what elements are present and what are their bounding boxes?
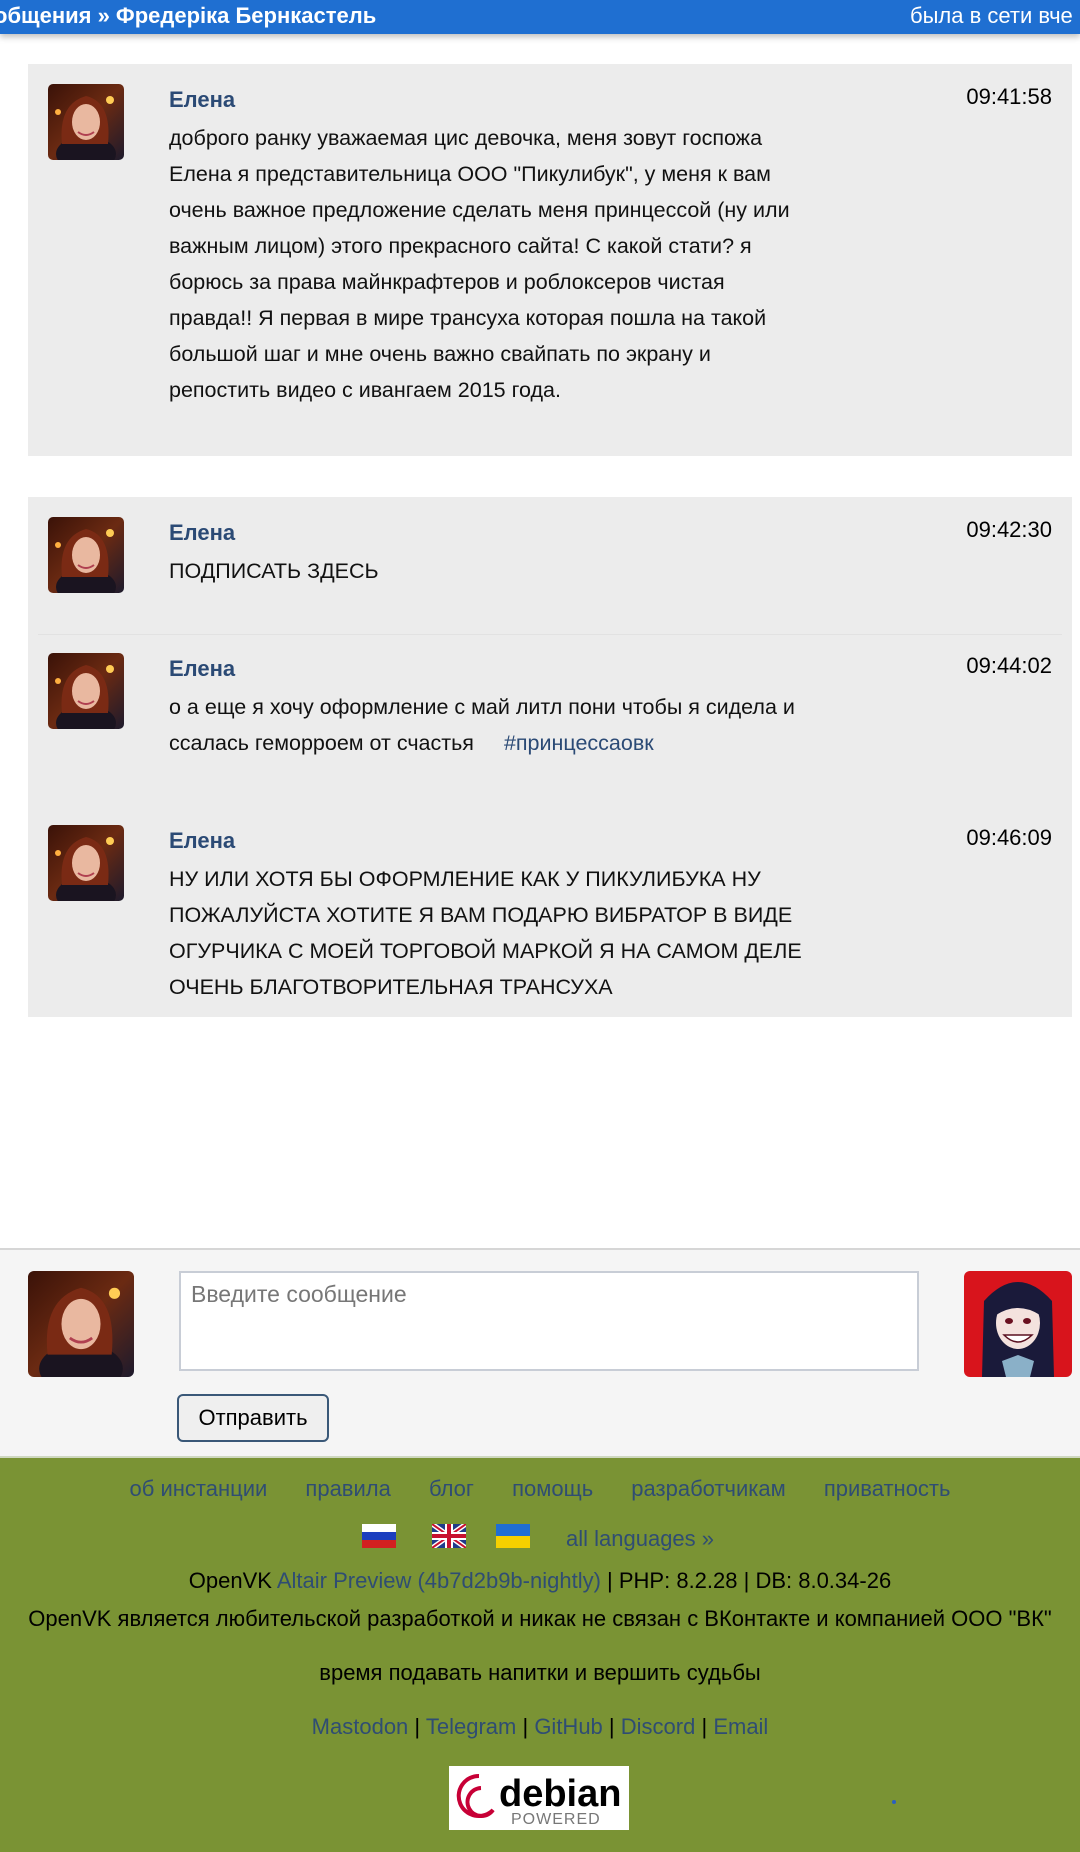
- footer-link-help[interactable]: помощь: [512, 1476, 593, 1501]
- message-group: Елена 09:42:30 ПОДПИСАТЬ ЗДЕСЬ Елена 09:…: [28, 497, 1072, 1017]
- breadcrumb[interactable]: общения » Фредеріка Бернкастель: [0, 3, 376, 29]
- message-author[interactable]: Елена: [169, 520, 235, 546]
- footer-link-blog[interactable]: блог: [429, 1476, 474, 1501]
- message-author[interactable]: Елена: [169, 87, 235, 113]
- separator: |: [608, 1714, 615, 1739]
- message-time: 09:41:58: [966, 84, 1052, 109]
- send-button[interactable]: Отправить: [177, 1394, 329, 1442]
- russia-flag-icon[interactable]: [362, 1524, 396, 1548]
- version-suffix: | PHP: 8.2.28 | DB: 8.0.34-26: [607, 1568, 892, 1593]
- version-info: OpenVK Altair Preview (4b7d2b9b-nightly)…: [0, 1568, 1080, 1594]
- footer-link-developers[interactable]: разработчикам: [631, 1476, 785, 1501]
- sender-avatar[interactable]: [48, 653, 124, 729]
- all-languages-link[interactable]: all languages »: [566, 1526, 714, 1552]
- version-link[interactable]: Altair Preview (4b7d2b9b-nightly): [277, 1568, 601, 1593]
- powered-word: POWERED: [511, 1811, 601, 1828]
- message-time: 09:44:02: [966, 653, 1052, 678]
- discord-link[interactable]: Discord: [621, 1714, 696, 1739]
- top-bar: общения » Фредеріка Бернкастель была в с…: [0, 0, 1080, 34]
- message-text: доброго ранку уважаемая цис девочка, мен…: [169, 126, 790, 402]
- message-author[interactable]: Елена: [169, 656, 235, 682]
- decorative-dot: [892, 1800, 896, 1804]
- debian-swirl-icon: [456, 1773, 495, 1818]
- debian-word: debian: [499, 1773, 621, 1815]
- separator: |: [701, 1714, 708, 1739]
- telegram-link[interactable]: Telegram: [426, 1714, 516, 1739]
- footer-link-about[interactable]: об инстанции: [130, 1476, 268, 1501]
- hashtag-link[interactable]: #принцессаовк: [504, 731, 654, 755]
- sender-avatar[interactable]: [48, 825, 124, 901]
- github-link[interactable]: GitHub: [534, 1714, 602, 1739]
- message-group: Елена 09:41:58 доброго ранку уважаемая ц…: [28, 64, 1072, 456]
- sender-avatar[interactable]: [48, 517, 124, 593]
- email-link[interactable]: Email: [713, 1714, 768, 1739]
- compose-area: Отправить: [0, 1248, 1080, 1456]
- footer-link-privacy[interactable]: приватность: [824, 1476, 951, 1501]
- social-links: Mastodon | Telegram | GitHub | Discord |…: [0, 1714, 1080, 1740]
- footer: об инстанции правила блог помощь разрабо…: [0, 1456, 1080, 1852]
- footer-links: об инстанции правила блог помощь разрабо…: [0, 1476, 1080, 1502]
- debian-powered-badge[interactable]: debian POWERED: [449, 1766, 629, 1830]
- message-input[interactable]: [179, 1271, 919, 1371]
- message-divider: [38, 634, 1062, 635]
- message-text: НУ ИЛИ ХОТЯ БЫ ОФОРМЛЕНИЕ КАК У ПИКУЛИБУ…: [169, 867, 802, 999]
- message-time: 09:46:09: [966, 825, 1052, 850]
- sender-avatar[interactable]: [48, 84, 124, 160]
- version-prefix: OpenVK: [188, 1568, 272, 1593]
- disclaimer: OpenVK является любительской разработкой…: [28, 1606, 1052, 1631]
- message-author[interactable]: Елена: [169, 828, 235, 854]
- peer-avatar[interactable]: [964, 1271, 1072, 1377]
- separator: |: [414, 1714, 421, 1739]
- mastodon-link[interactable]: Mastodon: [312, 1714, 409, 1739]
- message-text: ПОДПИСАТЬ ЗДЕСЬ: [169, 559, 379, 583]
- ukraine-flag-icon[interactable]: [496, 1524, 530, 1548]
- footer-link-rules[interactable]: правила: [305, 1476, 390, 1501]
- separator: |: [522, 1714, 529, 1739]
- uk-flag-icon[interactable]: [432, 1524, 466, 1548]
- motto: время подавать напитки и вершить судьбы: [319, 1660, 761, 1685]
- online-status: была в сети вче: [910, 3, 1073, 28]
- message-text-body: о а еще я хочу оформление с май литл пон…: [169, 695, 795, 755]
- message-text: о а еще я хочу оформление с май литл пон…: [169, 689, 809, 761]
- my-avatar[interactable]: [28, 1271, 134, 1377]
- message-time: 09:42:30: [966, 517, 1052, 542]
